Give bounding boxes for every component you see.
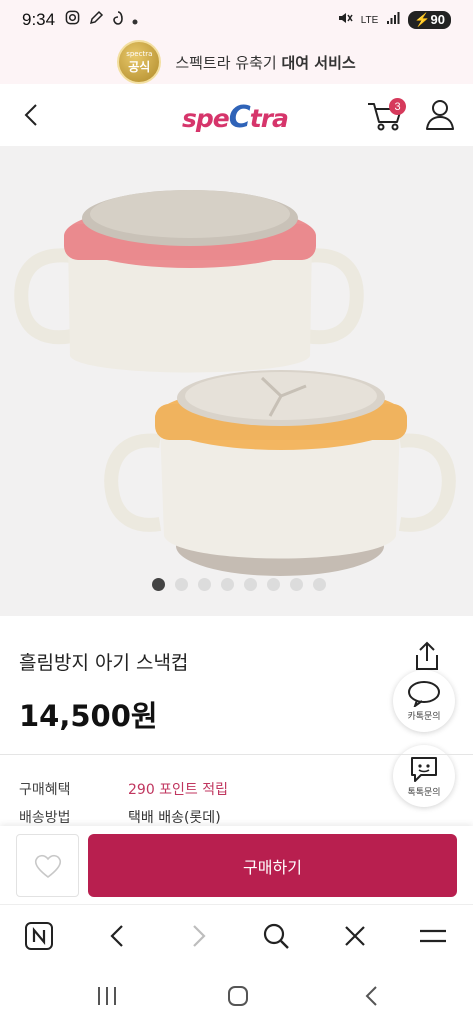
carousel-dot[interactable] xyxy=(152,578,165,591)
home-button[interactable] xyxy=(223,982,253,1010)
benefit-label: 구매혜택 xyxy=(19,782,71,798)
carousel-dot[interactable] xyxy=(267,578,280,591)
back-icon xyxy=(365,986,377,1006)
system-back-button[interactable] xyxy=(356,982,386,1010)
naver-icon xyxy=(25,922,53,950)
spectra-logo[interactable]: speCtra xyxy=(182,100,289,135)
shipping-row: 배송방법 택배 배송(롯데) xyxy=(19,807,221,827)
product-photo xyxy=(14,190,456,576)
kakao-inquiry-label: 카톡문의 xyxy=(407,711,441,722)
purchase-bar: 구매하기 xyxy=(0,826,473,904)
chevron-left-icon xyxy=(110,925,123,947)
chevron-right-icon xyxy=(193,925,206,947)
browser-search-button[interactable] xyxy=(260,920,292,952)
menu-icon xyxy=(420,929,446,943)
header: speCtra 3 xyxy=(0,84,473,146)
carousel-dot[interactable] xyxy=(175,578,188,591)
recent-apps-button[interactable] xyxy=(92,982,122,1010)
promo-text: 스펙트라 유축기 대여 서비스 xyxy=(175,53,356,72)
carousel-dot[interactable] xyxy=(198,578,211,591)
edit-icon xyxy=(88,10,104,31)
network-label: LTE xyxy=(360,14,379,26)
shipping-value: 택배 배송(롯데) xyxy=(128,810,221,826)
instagram-icon xyxy=(65,10,80,30)
shipping-label: 배송방법 xyxy=(19,810,71,826)
battery-indicator: ⚡90 xyxy=(408,11,451,29)
status-time: 9:34 xyxy=(22,10,56,29)
carousel-indicator xyxy=(152,578,326,591)
browser-toolbar xyxy=(0,904,473,966)
message-icon xyxy=(411,756,437,782)
cart-count-badge: 3 xyxy=(389,98,406,115)
search-icon xyxy=(263,923,289,949)
heart-icon xyxy=(34,854,61,878)
recent-apps-icon xyxy=(98,987,116,1005)
benefit-row: 구매혜택 290 포인트 적립 xyxy=(19,779,228,799)
browser-menu-button[interactable] xyxy=(417,920,449,952)
promo-banner[interactable]: spectra 공식 스펙트라 유축기 대여 서비스 xyxy=(0,40,473,84)
browser-back-button[interactable] xyxy=(102,920,134,952)
back-button[interactable] xyxy=(18,100,48,130)
buy-button[interactable]: 구매하기 xyxy=(88,834,457,897)
notification-icon xyxy=(112,10,124,31)
carousel-dot[interactable] xyxy=(313,578,326,591)
dot-icon xyxy=(132,10,138,30)
product-title: 흘림방지 아기 스낵컵 xyxy=(19,652,189,674)
carousel-dot[interactable] xyxy=(290,578,303,591)
chat-bubble-icon xyxy=(408,680,440,707)
account-button[interactable] xyxy=(424,98,456,132)
talk-inquiry-label: 톡톡문의 xyxy=(407,787,441,798)
close-icon xyxy=(345,926,365,946)
product-image-carousel[interactable] xyxy=(0,146,473,616)
signal-icon xyxy=(386,11,400,29)
system-navigation-bar xyxy=(0,966,473,1024)
browser-forward-button[interactable] xyxy=(182,920,214,952)
kakao-inquiry-button[interactable]: 카톡문의 xyxy=(393,670,455,732)
product-price: 14,500원 xyxy=(19,699,158,733)
chevron-left-icon xyxy=(24,104,37,126)
share-button[interactable] xyxy=(411,640,443,672)
mute-icon xyxy=(337,10,353,30)
user-icon xyxy=(426,100,454,130)
carousel-dot[interactable] xyxy=(221,578,234,591)
home-icon xyxy=(228,986,248,1006)
browser-close-button[interactable] xyxy=(339,920,371,952)
wishlist-button[interactable] xyxy=(16,834,79,897)
carousel-dot[interactable] xyxy=(244,578,257,591)
official-badge: spectra 공식 xyxy=(117,40,162,84)
benefit-value: 290 포인트 적립 xyxy=(128,782,229,798)
naver-home-button[interactable] xyxy=(23,920,55,952)
share-icon xyxy=(416,641,438,670)
status-bar: 9:34 LTE ⚡90 xyxy=(0,0,473,40)
section-divider xyxy=(0,754,473,755)
